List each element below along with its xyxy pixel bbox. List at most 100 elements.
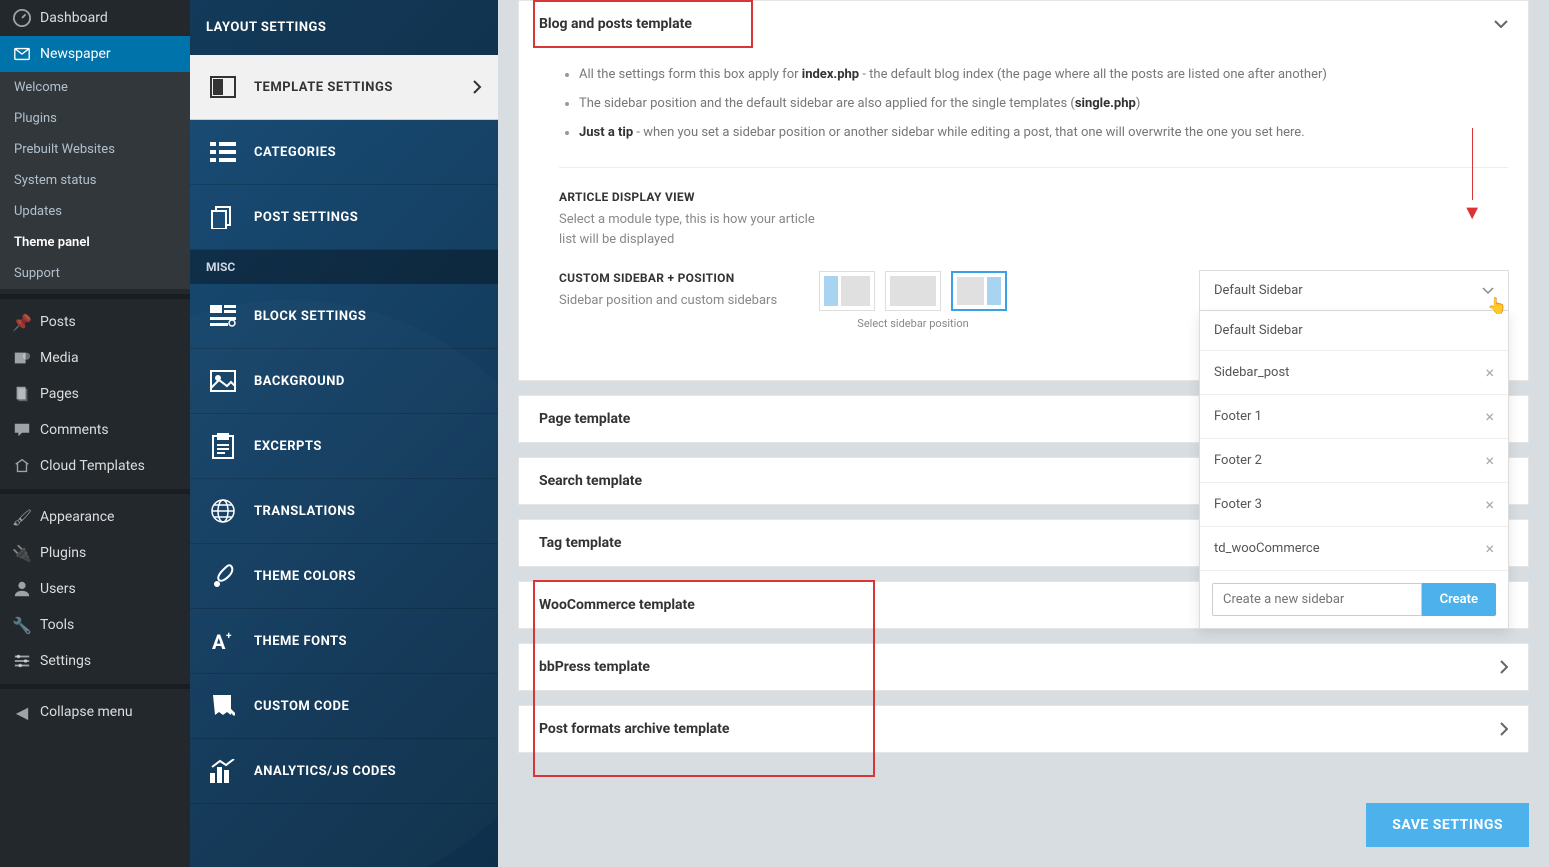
panel-item-code[interactable]: CUSTOM CODE [190,674,498,739]
collapse-icon: ◀ [12,702,32,722]
dd-item-default[interactable]: Default Sidebar [1200,311,1508,351]
article-display-desc: Select a module type, this is how your a… [559,210,819,249]
panel-header-layout: LAYOUT SETTINGS [190,0,498,55]
wrench-icon: 🔧 [12,615,32,635]
accordion-postformats[interactable]: Post formats archive template [518,705,1529,753]
globe-icon [206,499,240,523]
panel-item-background[interactable]: BACKGROUND [190,349,498,414]
panel-item-categories[interactable]: CATEGORIES [190,120,498,185]
pin-icon: 📌 [12,312,32,332]
sidebar-item-plugins2[interactable]: 🔌Plugins [0,535,190,571]
sidebar-right-option[interactable] [951,271,1007,311]
panel-item-block[interactable]: BLOCK SETTINGS [190,284,498,349]
categories-icon [206,140,240,164]
dd-item-sidebarpost[interactable]: Sidebar_post× [1200,351,1508,395]
svg-text:+: + [226,631,232,642]
sidebar-none-option[interactable] [885,271,941,311]
template-icon [206,75,240,99]
plug-icon: 🔌 [12,543,32,563]
chevron-right-icon [1500,722,1508,736]
sidebar-item-cloud[interactable]: Cloud Templates [0,448,190,484]
sidebar-item-media[interactable]: Media [0,340,190,376]
info-line-1: All the settings form this box apply for… [559,61,1508,90]
chevron-down-icon [1494,20,1508,28]
chevron-right-icon [1500,660,1508,674]
media-icon [12,348,32,368]
delete-icon[interactable]: × [1485,407,1494,426]
panel-item-post[interactable]: POST SETTINGS [190,185,498,250]
delete-icon[interactable]: × [1485,539,1494,558]
create-button[interactable]: Create [1422,583,1496,616]
delete-icon[interactable]: × [1485,363,1494,382]
info-line-2: The sidebar position and the default sid… [559,90,1508,119]
panel-header-misc: MISC [190,250,498,284]
font-icon: A+ [206,629,240,653]
save-settings-button[interactable]: SAVE SETTINGS [1366,803,1529,847]
dropdown-toggle[interactable]: Default Sidebar [1199,270,1509,311]
sidebar-sub-system[interactable]: System status [0,165,190,196]
code-icon [206,694,240,718]
sidebar-dropdown: Default Sidebar Default Sidebar Sidebar_… [1199,270,1509,629]
cloud-icon [12,456,32,476]
sidebar-sub-welcome[interactable]: Welcome [0,72,190,103]
delete-icon[interactable]: × [1485,451,1494,470]
main-content: Blog and posts template All the settings… [498,0,1549,867]
sidebar-item-dashboard[interactable]: Dashboard [0,0,190,36]
panel-item-excerpts[interactable]: EXCERPTS [190,414,498,479]
chart-icon [206,759,240,783]
delete-icon[interactable]: × [1485,495,1494,514]
sidebar-item-comments[interactable]: Comments [0,412,190,448]
panel-item-fonts[interactable]: A+THEME FONTS [190,609,498,674]
dashboard-label: Dashboard [40,10,108,26]
comment-icon [12,420,32,440]
sidebar-item-appearance[interactable]: 🖌Appearance [0,499,190,535]
dd-item-woo[interactable]: td_wooCommerce× [1200,527,1508,571]
svg-text:A: A [212,630,226,653]
sidebar-item-pages[interactable]: Pages [0,376,190,412]
wp-admin-sidebar: Dashboard Newspaper Welcome Plugins Preb… [0,0,190,867]
paint-icon [206,564,240,588]
accordion-bbpress[interactable]: bbPress template [518,643,1529,691]
sidebar-pos-desc: Sidebar position and custom sidebars [559,291,819,311]
sidebar-item-users[interactable]: Users [0,571,190,607]
newspaper-label: Newspaper [40,46,111,62]
theme-panel-sidebar: LAYOUT SETTINGS TEMPLATE SETTINGS CATEGO… [190,0,498,867]
block-icon [206,304,240,328]
sidebar-collapse[interactable]: ◀Collapse menu [0,694,190,730]
user-icon [12,579,32,599]
sidebar-left-option[interactable] [819,271,875,311]
sidebar-item-settings[interactable]: Settings [0,643,190,679]
sidebar-sub-prebuilt[interactable]: Prebuilt Websites [0,134,190,165]
post-icon [206,205,240,229]
panel-item-colors[interactable]: THEME COLORS [190,544,498,609]
sidebar-pos-title: CUSTOM SIDEBAR + POSITION [559,271,819,285]
sidebar-item-posts[interactable]: 📌Posts [0,304,190,340]
sidebar-sub-updates[interactable]: Updates [0,196,190,227]
dashboard-icon [12,8,32,28]
clipboard-icon [206,434,240,458]
newspaper-icon [12,44,32,64]
brush-icon: 🖌 [12,507,32,527]
panel-item-analytics[interactable]: ANALYTICS/JS CODES [190,739,498,804]
pages-icon [12,384,32,404]
chevron-right-icon [472,79,482,95]
info-line-3: Just a tip - when you set a sidebar posi… [559,119,1508,148]
sidebar-sub-themepanel[interactable]: Theme panel [0,227,190,258]
panel-item-translations[interactable]: TRANSLATIONS [190,479,498,544]
sidebar-item-newspaper[interactable]: Newspaper [0,36,190,72]
dd-item-footer3[interactable]: Footer 3× [1200,483,1508,527]
sidebar-item-tools[interactable]: 🔧Tools [0,607,190,643]
dd-item-footer1[interactable]: Footer 1× [1200,395,1508,439]
sidebar-sub-support[interactable]: Support [0,258,190,289]
sliders-icon [12,651,32,671]
create-sidebar-input[interactable] [1212,583,1422,616]
sidebar-sub-plugins[interactable]: Plugins [0,103,190,134]
chevron-down-icon [1482,287,1494,295]
annotation-arrow: ▼ [1462,200,1482,225]
acc-header-blog[interactable]: Blog and posts template [519,1,1528,47]
article-display-title: ARTICLE DISPLAY VIEW [559,190,819,204]
panel-item-template[interactable]: TEMPLATE SETTINGS [190,55,498,120]
sidebar-caption: Select sidebar position [819,317,1007,330]
dd-item-footer2[interactable]: Footer 2× [1200,439,1508,483]
image-icon [206,369,240,393]
